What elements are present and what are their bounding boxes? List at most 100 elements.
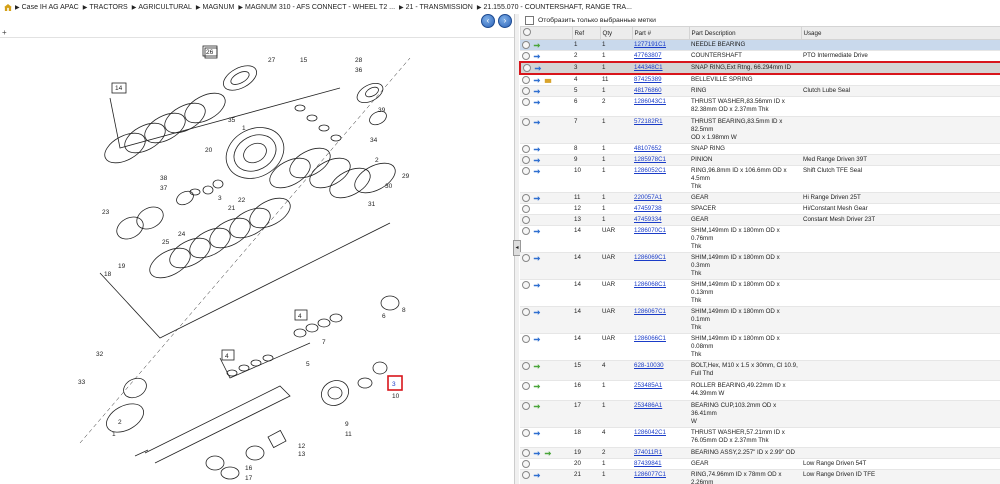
row-part-number-link[interactable]: 1286068C1 bbox=[634, 281, 666, 288]
info-arrow-icon[interactable] bbox=[533, 77, 541, 84]
row-select-icon[interactable] bbox=[522, 471, 530, 479]
header-usage[interactable]: Usage bbox=[800, 26, 1000, 40]
breadcrumb-item[interactable]: ▶ MAGNUM bbox=[196, 4, 235, 11]
table-row[interactable]: 18 4 1286042C1 THRUST WASHER,57.21mm ID x 76… bbox=[520, 427, 1000, 448]
row-select-icon[interactable] bbox=[522, 87, 530, 95]
callout-27[interactable]: 27 bbox=[268, 57, 276, 64]
table-row[interactable]: 5 1 48176860 RING Clutch Lube Seal bbox=[520, 85, 1000, 97]
filter-checkbox[interactable] bbox=[525, 15, 534, 25]
callout-18[interactable]: 18 bbox=[104, 271, 112, 278]
info-arrow-icon[interactable] bbox=[533, 472, 541, 479]
callout-6[interactable]: 6 bbox=[382, 313, 386, 320]
callout-28[interactable]: 28 bbox=[355, 57, 363, 64]
row-part-number-link[interactable]: 628-10030 bbox=[634, 362, 664, 369]
callout-23[interactable]: 23 bbox=[102, 209, 110, 216]
callout-20[interactable]: 20 bbox=[205, 147, 213, 154]
callout-25[interactable]: 25 bbox=[162, 239, 170, 246]
table-row[interactable]: 10 1 1286052C1 RING,96.8mm ID x 106.6mm OD … bbox=[520, 165, 1000, 193]
row-part-number-link[interactable]: 220057A1 bbox=[634, 194, 662, 201]
row-select-icon[interactable] bbox=[522, 167, 530, 175]
table-row[interactable]: 14 UAR 1286070C1 SHIM,149mm ID x 180mm OD x… bbox=[520, 225, 1000, 253]
next-arrow-icon[interactable]: › bbox=[498, 14, 512, 28]
row-select-icon[interactable] bbox=[522, 227, 530, 235]
row-select-icon[interactable] bbox=[522, 156, 530, 164]
info-arrow-icon[interactable] bbox=[533, 99, 541, 106]
callout-1b[interactable]: 1 bbox=[112, 431, 116, 438]
breadcrumb-item[interactable]: ▶ MAGNUM 310 - AFS CONNECT - WHEEL T2 ... bbox=[238, 4, 395, 11]
table-row[interactable]: 13 1 47459334 GEAR Constant Mesh Driver 23T bbox=[520, 214, 1000, 226]
callout-26[interactable]: 26 bbox=[206, 49, 214, 56]
info-arrow-icon[interactable] bbox=[533, 157, 541, 164]
row-select-icon[interactable] bbox=[522, 118, 530, 126]
info-arrow-icon[interactable] bbox=[533, 119, 541, 126]
exploded-parts-diagram[interactable]: 26 27 15 28 36 14 39 35 1 20 34 2 38 37 … bbox=[0, 38, 514, 484]
table-row[interactable]: 14 UAR 1286068C1 SHIM,149mm ID x 180mm OD x… bbox=[520, 279, 1000, 307]
previous-arrow-icon[interactable]: ‹ bbox=[481, 14, 495, 28]
callout-37[interactable]: 37 bbox=[160, 185, 168, 192]
kit-box-icon[interactable] bbox=[544, 77, 552, 84]
row-select-icon[interactable] bbox=[523, 64, 531, 72]
add-cart-arrow-icon[interactable] bbox=[544, 450, 552, 457]
info-arrow-icon[interactable] bbox=[533, 309, 541, 316]
row-part-number-link[interactable]: 87439841 bbox=[634, 460, 662, 467]
row-part-number-link[interactable]: 47763807 bbox=[634, 52, 662, 59]
table-row[interactable]: 12 1 47459738 SPACER Hi/Constant Mesh Gear bbox=[520, 203, 1000, 215]
row-part-number-link[interactable]: 1286077C1 bbox=[634, 471, 666, 478]
table-row[interactable]: 11 1 220057A1 GEAR Hi Range Driven 25T bbox=[520, 192, 1000, 204]
callout-33[interactable]: 33 bbox=[78, 379, 86, 386]
callout-2b[interactable]: 2 bbox=[118, 419, 122, 426]
callout-4b[interactable]: 4 bbox=[225, 353, 229, 360]
table-row[interactable]: 16 1 253485A1 ROLLER BEARING,49.22mm ID x 44… bbox=[520, 380, 1000, 401]
table-row[interactable]: 21 1 1286077C1 RING,74.96mm ID x 78mm OD x … bbox=[520, 469, 1000, 484]
info-arrow-icon[interactable] bbox=[533, 282, 541, 289]
table-row[interactable]: 9 1 1285978C1 PINION Med Range Driven 39T bbox=[520, 154, 1000, 166]
row-select-icon[interactable] bbox=[522, 41, 530, 49]
row-part-number-link[interactable]: 1286052C1 bbox=[634, 167, 666, 174]
table-row[interactable]: 17 1 253486A1 BEARING CUP,103.2mm OD x 36.4… bbox=[520, 400, 1000, 428]
callout-2[interactable]: 2 bbox=[375, 157, 379, 164]
info-arrow-icon[interactable] bbox=[533, 430, 541, 437]
callout-19[interactable]: 19 bbox=[118, 263, 126, 270]
callout-30[interactable]: 30 bbox=[385, 183, 393, 190]
row-part-number-link[interactable]: 572182R1 bbox=[634, 118, 663, 125]
row-select-icon[interactable] bbox=[522, 460, 530, 468]
callout-12[interactable]: 12 bbox=[298, 443, 306, 450]
callout-3[interactable]: 3 bbox=[218, 195, 222, 202]
callout-10[interactable]: 10 bbox=[392, 393, 400, 400]
row-select-icon[interactable] bbox=[522, 382, 530, 390]
row-select-icon[interactable] bbox=[522, 281, 530, 289]
callout-17[interactable]: 17 bbox=[245, 475, 253, 482]
plus-icon[interactable]: + bbox=[2, 28, 7, 37]
row-select-icon[interactable] bbox=[522, 145, 530, 153]
callout-1[interactable]: 1 bbox=[242, 125, 246, 132]
table-row[interactable]: 15 4 628-10030 BOLT,Hex, M10 x 1.5 x 30mm, … bbox=[520, 360, 1000, 381]
header-description[interactable]: Part Description bbox=[688, 26, 802, 40]
table-row[interactable]: 2 1 47763807 COUNTERSHAFT PTO Intermediate D… bbox=[520, 50, 1000, 63]
row-select-icon[interactable] bbox=[522, 308, 530, 316]
row-part-number-link[interactable]: 144348C1 bbox=[634, 64, 663, 71]
add-cart-arrow-icon[interactable] bbox=[533, 383, 541, 390]
home-icon[interactable] bbox=[4, 3, 12, 11]
table-row[interactable]: 14 UAR 1286066C1 SHIM,149mm ID x 180mm OD x… bbox=[520, 333, 1000, 361]
callout-31[interactable]: 31 bbox=[368, 201, 376, 208]
breadcrumb-item[interactable]: ▶ AGRICULTURAL bbox=[132, 4, 192, 11]
info-arrow-icon[interactable] bbox=[533, 450, 541, 457]
table-row[interactable]: 8 1 48107652 SNAP RING bbox=[520, 143, 1000, 155]
info-arrow-icon[interactable] bbox=[533, 228, 541, 235]
row-part-number-link[interactable]: 1286042C1 bbox=[634, 429, 666, 436]
callout-4[interactable]: 4 bbox=[298, 313, 302, 320]
table-row[interactable]: 7 1 572182R1 THRUST BEARING,83.5mm ID x 82.… bbox=[520, 116, 1000, 144]
breadcrumb-item[interactable]: ▶ 21 - TRANSMISSION bbox=[399, 4, 473, 11]
breadcrumb-item[interactable]: ▶ 21.155.070 - COUNTERSHAFT, RANGE TRA... bbox=[477, 4, 632, 11]
breadcrumb-item[interactable]: ▶ Case IH AG APAC bbox=[15, 4, 79, 11]
row-part-number-link[interactable]: 253485A1 bbox=[634, 382, 662, 389]
row-select-icon[interactable] bbox=[522, 194, 530, 202]
row-select-icon[interactable] bbox=[522, 449, 530, 457]
table-row[interactable]: 6 2 1286043C1 THRUST WASHER,83.56mm ID x 82.… bbox=[520, 96, 1000, 117]
add-cart-arrow-icon[interactable] bbox=[533, 403, 541, 410]
table-row[interactable]: 14 UAR 1286067C1 SHIM,149mm ID x 180mm OD x… bbox=[520, 306, 1000, 334]
row-part-number-link[interactable]: 1277191C1 bbox=[634, 41, 666, 48]
callout-38[interactable]: 38 bbox=[160, 175, 168, 182]
info-arrow-icon[interactable] bbox=[534, 65, 542, 72]
add-cart-arrow-icon[interactable] bbox=[533, 363, 541, 370]
